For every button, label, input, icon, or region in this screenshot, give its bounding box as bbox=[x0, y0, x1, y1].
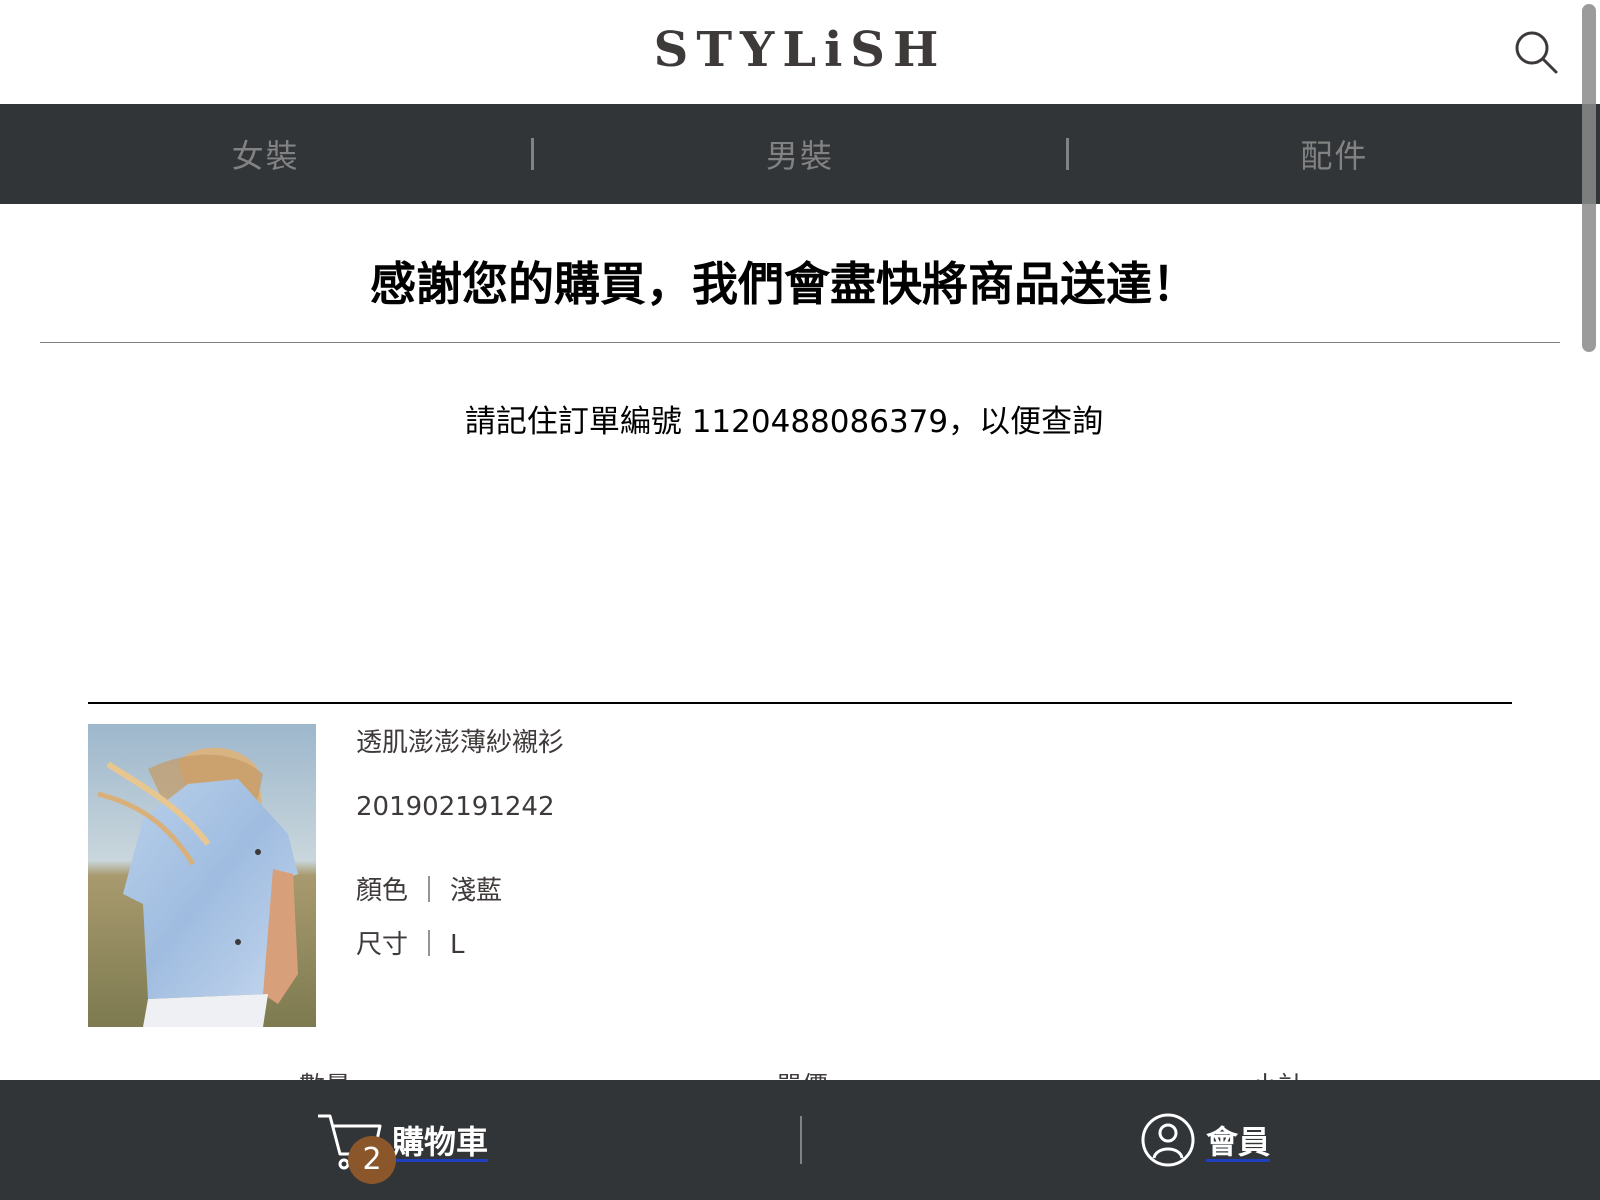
header: STYLiSH bbox=[0, 0, 1600, 104]
cart-count-badge: 2 bbox=[348, 1136, 396, 1184]
separator: ｜ bbox=[416, 876, 443, 906]
bottom-bar-divider bbox=[800, 1116, 802, 1164]
size-value: L bbox=[450, 930, 465, 960]
category-nav: 女裝 男裝 配件 bbox=[0, 104, 1600, 204]
product-color: 顏色｜淺藍 bbox=[356, 870, 502, 907]
separator: ｜ bbox=[416, 930, 443, 960]
nav-item-women[interactable]: 女裝 bbox=[0, 131, 531, 177]
product-id: 201902191242 bbox=[356, 792, 555, 822]
member-icon bbox=[1140, 1104, 1202, 1176]
cart-icon: 2 bbox=[316, 1104, 396, 1184]
section-divider bbox=[40, 342, 1560, 343]
stylish-logo[interactable]: STYLiSH bbox=[0, 22, 1600, 78]
nav-item-accessories[interactable]: 配件 bbox=[1069, 131, 1600, 177]
scrollbar[interactable] bbox=[1582, 4, 1596, 352]
product-name: 透肌澎澎薄紗襯衫 bbox=[356, 728, 565, 758]
cart-label: 購物車 bbox=[392, 1123, 489, 1161]
order-number-note: 請記住訂單編號 1120488086379，以便查詢 bbox=[464, 404, 1104, 440]
product-size: 尺寸｜ L bbox=[356, 924, 465, 961]
color-value: 淺藍 bbox=[450, 876, 503, 906]
member-label: 會員 bbox=[1206, 1123, 1271, 1161]
color-label: 顏色 bbox=[356, 876, 409, 906]
product-image bbox=[88, 724, 316, 1027]
thank-you-title: 感謝您的購買，我們會盡快將商品送達！ bbox=[370, 257, 1198, 311]
member-button[interactable]: 會員 bbox=[1140, 1080, 1270, 1200]
bottom-bar: 2 購物車 會員 bbox=[0, 1080, 1600, 1200]
size-label: 尺寸 bbox=[356, 930, 409, 960]
cart-button[interactable]: 2 購物車 bbox=[316, 1080, 488, 1200]
item-divider bbox=[88, 702, 1512, 704]
nav-item-men[interactable]: 男裝 bbox=[534, 131, 1065, 177]
search-icon[interactable] bbox=[1512, 28, 1560, 76]
